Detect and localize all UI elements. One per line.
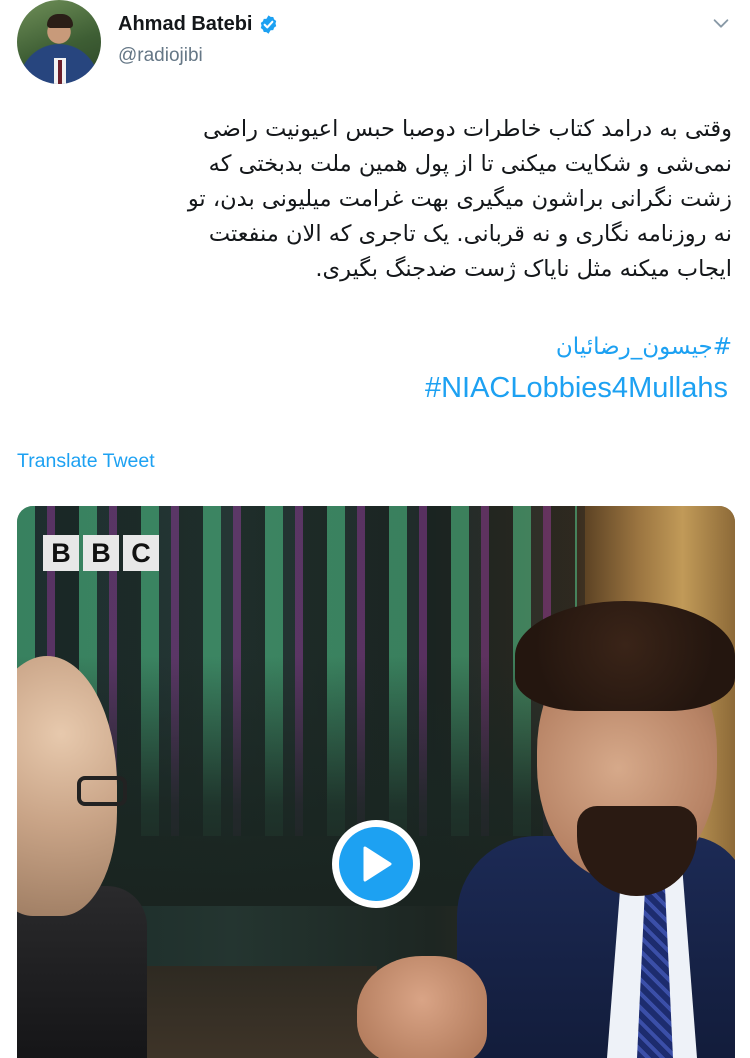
- tweet-line: نه روزنامه نگاری و نه قربانی. یک تاجری ک…: [208, 221, 732, 247]
- video-media[interactable]: B B C: [17, 506, 735, 1058]
- avatar[interactable]: [17, 0, 101, 84]
- play-icon: [339, 827, 413, 901]
- avatar-hair: [47, 14, 73, 28]
- bbc-letter: C: [123, 535, 159, 571]
- play-triangle-icon: [363, 846, 392, 882]
- play-button[interactable]: [332, 820, 420, 908]
- translate-tweet-link[interactable]: Translate Tweet: [17, 450, 155, 473]
- hashtag-link[interactable]: #جیسون_رضائیان: [556, 334, 732, 360]
- tweet-header: Ahmad Batebi @radiojibi: [0, 0, 750, 100]
- tweet-line: ایجاب میکنه مثل نایاک ژست ضدجنگ بگیری.: [315, 256, 732, 282]
- video-person-left-glasses: [77, 776, 127, 806]
- video-person-right-hand: [357, 956, 487, 1058]
- bbc-letter: B: [83, 535, 119, 571]
- tweet-line: نمی‌شی و شکایت میکنی تا از پول همین ملت …: [208, 151, 732, 177]
- bbc-letter: B: [43, 535, 79, 571]
- chevron-down-icon[interactable]: [710, 12, 732, 34]
- hashtag-link[interactable]: #NIACLobbies4Mullahs: [425, 372, 728, 405]
- author-name[interactable]: Ahmad Batebi: [118, 13, 252, 36]
- author-handle[interactable]: @radiojibi: [118, 45, 203, 67]
- tweet-text: وقتی به درامد کتاب خاطرات دوصبا حبس اعیو…: [12, 112, 732, 287]
- tweet-line: وقتی به درامد کتاب خاطرات دوصبا حبس اعیو…: [203, 116, 732, 142]
- tweet-line: زشت نگرانی براشون میگیری بهت غرامت میلیو…: [187, 186, 732, 212]
- avatar-tie: [58, 60, 62, 84]
- verified-badge-icon: [261, 15, 277, 34]
- video-person-right-hair: [515, 601, 735, 711]
- bbc-logo: B B C: [43, 535, 159, 571]
- author-name-row[interactable]: Ahmad Batebi: [118, 13, 279, 36]
